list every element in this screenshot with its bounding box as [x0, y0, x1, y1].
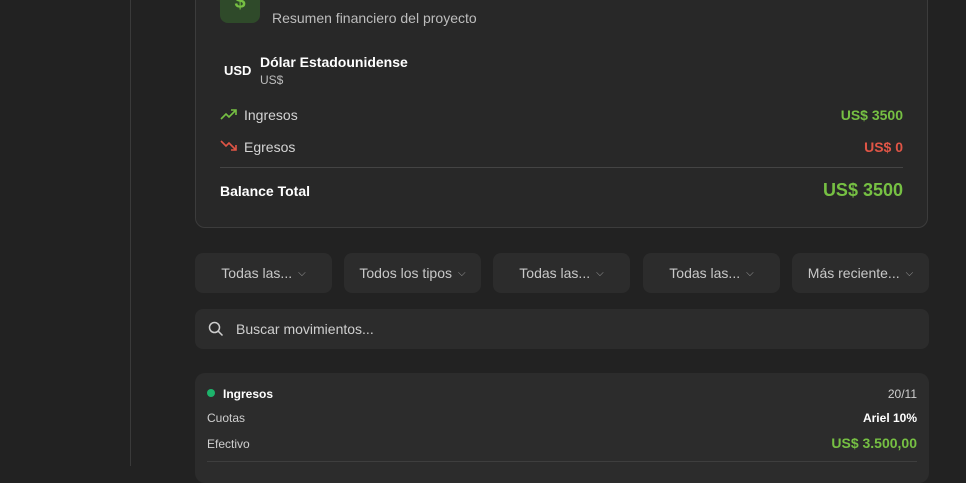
- expense-value: US$ 0: [864, 139, 903, 155]
- movement-person: Ariel 10%: [862, 411, 917, 425]
- divider: [220, 167, 903, 168]
- filter-label: Todas las...: [519, 265, 591, 281]
- search-box: [195, 309, 929, 349]
- financial-summary-card: $ Resumen financiero del proyecto USD Dó…: [195, 0, 928, 228]
- movement-item[interactable]: Ingresos 20/11 Cuotas Ariel 10% Efectivo…: [195, 373, 929, 483]
- movement-category: Cuotas: [207, 411, 246, 425]
- balance-value: US$ 3500: [822, 180, 903, 200]
- search-input[interactable]: [234, 320, 878, 338]
- currency-symbol: US$: [260, 73, 284, 87]
- search-icon: [208, 321, 224, 337]
- trending-up-icon: [220, 109, 237, 120]
- chevron-down-icon: ⌵: [905, 267, 914, 279]
- chevron-down-icon: ⌵: [596, 267, 604, 279]
- movement-payment-method: Efectivo: [207, 437, 250, 451]
- chevron-down-icon: ⌵: [746, 267, 754, 279]
- movement-type: Ingresos: [223, 387, 274, 401]
- filter-label: Todas las...: [669, 265, 741, 281]
- filter-bar: Todas las... ⌵ Todos los tipos ⌵ Todas las…: [195, 253, 929, 293]
- filter-dropdown-1[interactable]: Todas las... ⌵: [195, 253, 332, 293]
- dollar-icon: $: [220, 0, 260, 23]
- filter-label: Todos los tipos: [359, 265, 452, 281]
- currency-code: USD: [224, 63, 252, 78]
- filter-label: Todas las...: [221, 265, 293, 281]
- movement-date: 20/11: [887, 387, 917, 401]
- filter-dropdown-type[interactable]: Todos los tipos ⌵: [344, 253, 481, 293]
- trending-down-icon: [220, 140, 237, 151]
- expense-label: Egresos: [244, 139, 296, 155]
- income-label: Ingresos: [244, 107, 298, 123]
- currency-name: Dólar Estadounidense: [260, 54, 408, 70]
- divider: [207, 461, 917, 462]
- chevron-down-icon: ⌵: [298, 267, 306, 279]
- filter-dropdown-3[interactable]: Todas las... ⌵: [493, 253, 630, 293]
- movement-amount: US$ 3.500,00: [831, 435, 917, 451]
- chevron-down-icon: ⌵: [458, 267, 466, 279]
- income-value: US$ 3500: [840, 107, 903, 123]
- filter-dropdown-sort[interactable]: Más reciente... ⌵: [792, 253, 929, 293]
- filter-dropdown-4[interactable]: Todas las... ⌵: [643, 253, 780, 293]
- left-panel-divider: [130, 0, 131, 466]
- balance-label: Balance Total: [220, 183, 310, 199]
- status-dot: [207, 389, 215, 397]
- filter-label: Más reciente...: [807, 265, 900, 281]
- card-subtitle: Resumen financiero del proyecto: [272, 10, 477, 26]
